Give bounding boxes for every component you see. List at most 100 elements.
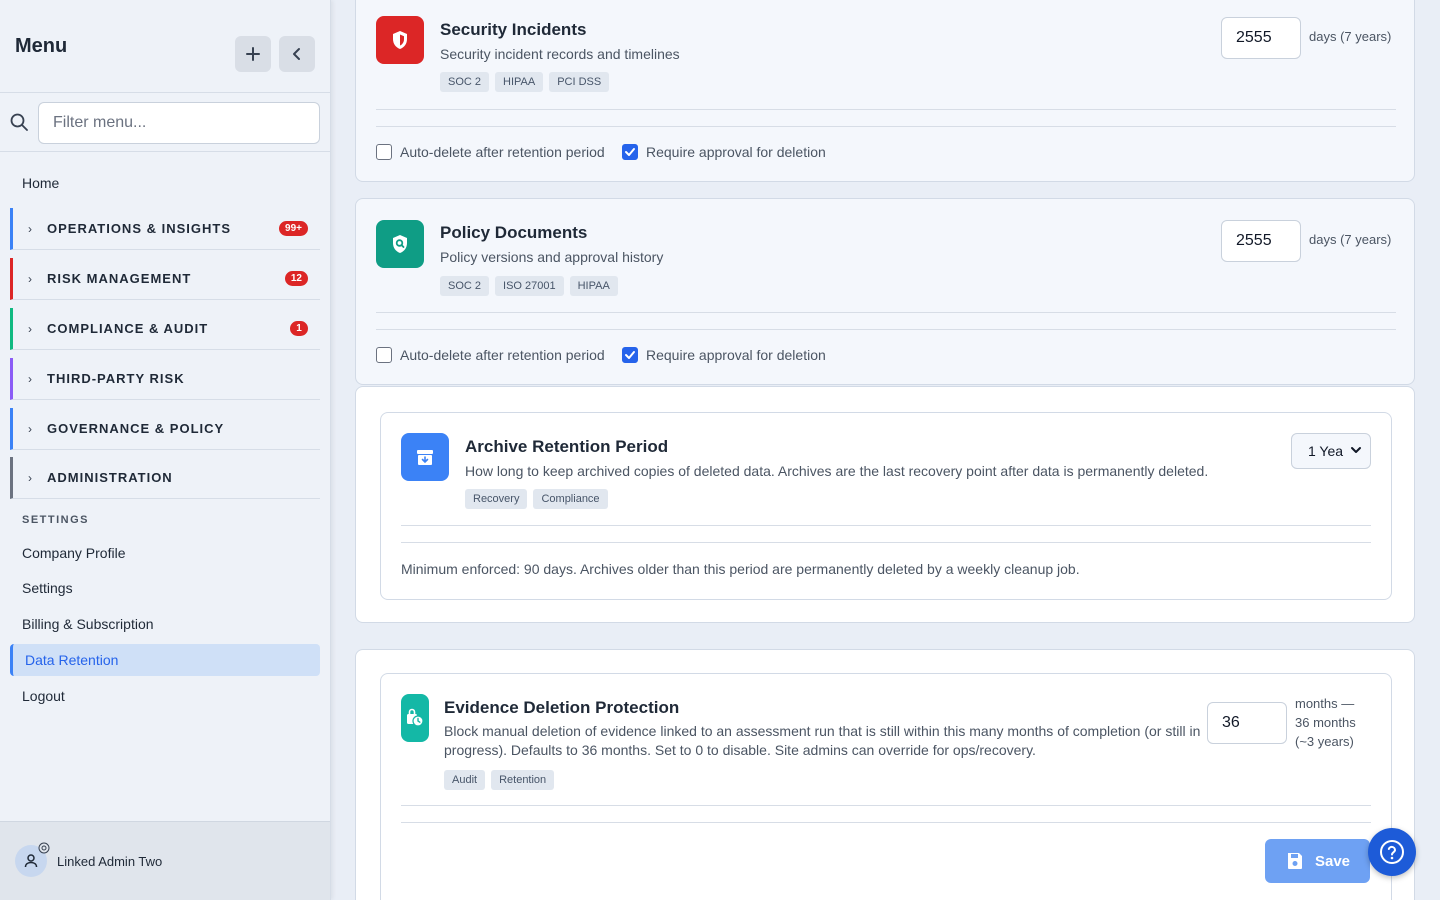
tag: ISO 27001 — [495, 276, 564, 296]
unit-line: months — — [1295, 696, 1355, 711]
protection-unit: months — 36 months (~3 years) — [1295, 694, 1356, 751]
nav-group-label: RISK MANAGEMENT — [47, 271, 192, 286]
retention-days-input[interactable]: 2555 — [1221, 17, 1301, 59]
retention-unit: days (7 years) — [1309, 29, 1392, 44]
count-badge: 12 — [284, 271, 308, 286]
add-button[interactable] — [235, 36, 271, 72]
tag-list: Recovery Compliance — [465, 489, 608, 509]
tag: Compliance — [533, 489, 608, 509]
user-icon — [24, 854, 38, 868]
tag: Retention — [491, 770, 555, 790]
nav-group-third-party-risk[interactable]: › THIRD-PARTY RISK — [10, 358, 320, 400]
unit-line: 36 months — [1295, 715, 1356, 730]
archive-note: Minimum enforced: 90 days. Archives olde… — [401, 561, 1080, 577]
nav-group-risk-management[interactable]: › RISK MANAGEMENT 12 — [10, 258, 320, 300]
count-badge: 1 — [290, 321, 308, 336]
check-icon — [622, 347, 638, 363]
nav-company-profile[interactable]: Company Profile — [22, 545, 126, 561]
require-approval-checkbox[interactable]: Require approval for deletion — [622, 347, 826, 363]
chevron-right-icon: › — [28, 271, 32, 286]
nav-data-retention[interactable]: Data Retention — [10, 644, 320, 676]
nav-group-administration[interactable]: › ADMINISTRATION — [10, 457, 320, 499]
chevron-left-icon — [293, 48, 300, 60]
check-icon — [622, 144, 638, 160]
chevron-down-icon — [1351, 447, 1361, 453]
tag: Recovery — [465, 489, 528, 509]
evidence-deletion-panel: Evidence Deletion Protection Block manua… — [380, 673, 1392, 900]
chevron-right-icon: › — [28, 371, 32, 386]
checkbox-box — [376, 144, 392, 160]
tag: SOC 2 — [440, 276, 490, 296]
tag: Audit — [444, 770, 486, 790]
settings-section-label: SETTINGS — [22, 514, 90, 526]
card-description: Block manual deletion of evidence linked… — [444, 723, 1201, 758]
nav-group-governance-policy[interactable]: › GOVERNANCE & POLICY — [10, 408, 320, 450]
retention-days-input[interactable]: 2555 — [1221, 220, 1301, 262]
clock-lock-icon — [401, 694, 429, 742]
archive-icon — [401, 433, 449, 481]
save-button[interactable]: Save — [1265, 839, 1370, 883]
shield-search-icon — [376, 220, 424, 268]
user-footer[interactable]: Linked Admin Two — [0, 821, 330, 900]
require-approval-checkbox[interactable]: Require approval for deletion — [622, 144, 826, 160]
auto-delete-checkbox[interactable]: Auto-delete after retention period — [376, 347, 605, 363]
archive-period-select[interactable]: 1 Yea — [1291, 433, 1371, 469]
sidebar-title: Menu — [15, 34, 68, 57]
archive-retention-panel: Archive Retention Period How long to kee… — [380, 412, 1392, 600]
chevron-right-icon: › — [28, 470, 32, 485]
card-title: Archive Retention Period — [465, 437, 669, 456]
chevron-right-icon: › — [28, 321, 32, 336]
policy-documents-card: Policy Documents Policy versions and app… — [355, 198, 1415, 385]
tag: HIPAA — [495, 72, 544, 92]
protection-months-input[interactable]: 36 — [1207, 702, 1287, 744]
tag-list: SOC 2 HIPAA PCI DSS — [440, 72, 610, 92]
count-badge: 99+ — [279, 221, 308, 236]
sidebar: Menu Home › OPERATIONS & INSIGHTS 99+ › … — [0, 0, 331, 900]
checkbox-label: Auto-delete after retention period — [400, 347, 605, 363]
divider — [401, 822, 1371, 823]
help-button[interactable] — [1368, 828, 1416, 876]
nav-group-label: THIRD-PARTY RISK — [47, 371, 185, 386]
divider — [376, 126, 1396, 127]
divider — [376, 312, 1396, 313]
collapse-sidebar-button[interactable] — [279, 36, 315, 72]
retention-unit: days (7 years) — [1309, 232, 1392, 247]
nav-group-label: COMPLIANCE & AUDIT — [47, 321, 209, 336]
nav-group-label: ADMINISTRATION — [47, 470, 173, 485]
card-description: How long to keep archived copies of dele… — [465, 463, 1209, 479]
divider — [401, 525, 1371, 526]
chevron-right-icon: › — [28, 221, 32, 236]
evidence-deletion-card: Evidence Deletion Protection Block manua… — [355, 649, 1415, 900]
nav-group-compliance-audit[interactable]: › COMPLIANCE & AUDIT 1 — [10, 308, 320, 350]
chevron-right-icon: › — [28, 421, 32, 436]
avatar — [15, 842, 50, 877]
card-title: Policy Documents — [440, 223, 588, 242]
shield-icon — [376, 16, 424, 64]
divider — [401, 542, 1371, 543]
gear-icon — [38, 842, 50, 854]
floppy-disk-icon — [1287, 853, 1302, 869]
nav-logout[interactable]: Logout — [22, 688, 65, 704]
nav-group-operations-insights[interactable]: › OPERATIONS & INSIGHTS 99+ — [10, 208, 320, 250]
divider — [376, 109, 1396, 110]
filter-menu-input[interactable] — [38, 102, 320, 144]
user-name: Linked Admin Two — [57, 853, 163, 869]
auto-delete-checkbox[interactable]: Auto-delete after retention period — [376, 144, 605, 160]
tag: HIPAA — [569, 276, 618, 296]
nav-settings[interactable]: Settings — [22, 580, 73, 596]
question-circle-icon — [1380, 840, 1404, 864]
archive-retention-card: Archive Retention Period How long to kee… — [355, 386, 1415, 623]
card-title: Evidence Deletion Protection — [444, 698, 680, 717]
sidebar-header: Menu — [0, 0, 330, 93]
divider — [401, 805, 1371, 806]
nav-group-label: GOVERNANCE & POLICY — [47, 421, 225, 436]
security-incidents-card: Security Incidents Security incident rec… — [355, 0, 1415, 182]
nav-home[interactable]: Home — [22, 175, 59, 191]
checkbox-label: Auto-delete after retention period — [400, 144, 605, 160]
save-button-label: Save — [1314, 852, 1351, 870]
tag: SOC 2 — [440, 72, 490, 92]
select-value: 1 Yea — [1308, 443, 1344, 459]
tag-list: Audit Retention — [444, 770, 555, 790]
nav-billing-subscription[interactable]: Billing & Subscription — [22, 616, 154, 632]
card-title: Security Incidents — [440, 20, 587, 39]
